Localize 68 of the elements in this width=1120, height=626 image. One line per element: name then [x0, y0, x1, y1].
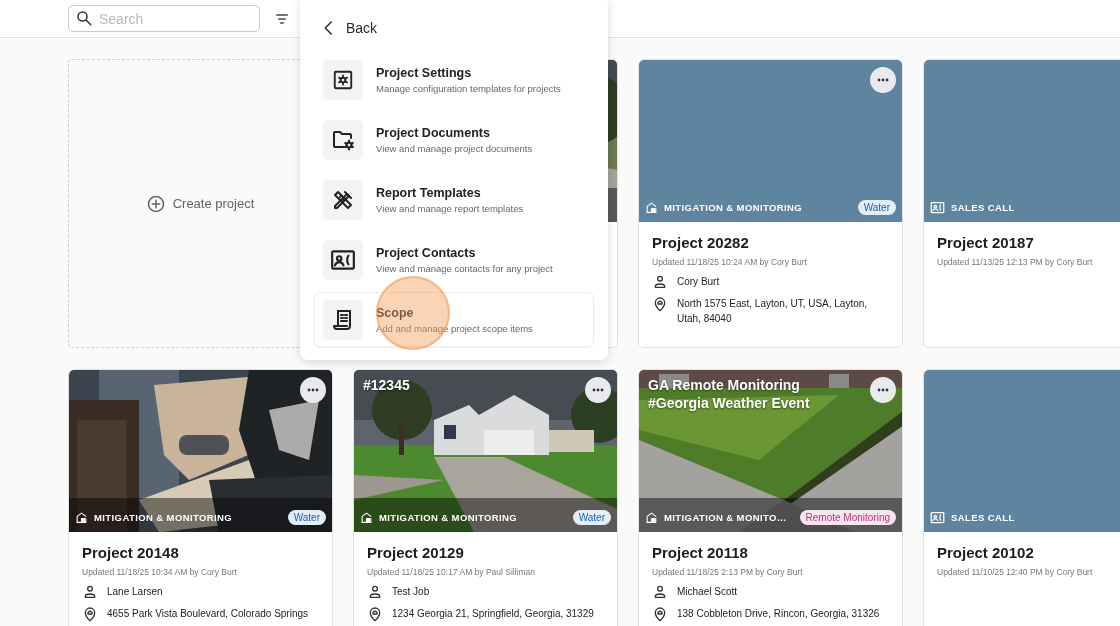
project-title: Project 20148: [82, 544, 180, 561]
person-icon: [367, 584, 383, 600]
menu-item-description: View and manage report templates: [376, 202, 524, 214]
location-pin-icon: [652, 606, 668, 622]
contact-card-icon: [930, 510, 945, 525]
updated-text: Updated 11/18/25 10:24 AM by Cory Burt: [652, 257, 808, 267]
project-title: Project 20187: [937, 234, 1035, 251]
tag: Water: [857, 200, 896, 215]
menu-item-description: View and manage contacts for any project: [376, 262, 553, 274]
location-pin-icon: [82, 606, 98, 622]
project-card[interactable]: SALES CALL Project 20187 Updated 11/13/25 12:13 PM by Cory Burt: [923, 59, 1120, 348]
gear-icon: [332, 68, 354, 91]
location-pin-icon: [367, 606, 383, 622]
house-icon: [360, 511, 373, 524]
menu-item-description: Manage configuration templates for projects: [376, 82, 561, 94]
menu-item-title: Project Contacts: [376, 245, 477, 260]
house-icon: [645, 201, 658, 214]
updated-text: Updated 11/18/25 10:34 AM by Cory Burt: [82, 567, 238, 577]
category-label: MITIGATION & MONITORING: [379, 512, 519, 523]
menu-item-title: Project Documents: [376, 125, 491, 140]
plus-circle-icon: [146, 194, 165, 213]
menu-item-description: View and manage project documents: [376, 142, 533, 154]
menu-item-description: Add and manage project scope items: [376, 322, 533, 334]
location-pin-icon: [652, 296, 668, 312]
card-overlay-title: GA Remote Monitoring #Georgia Weather Event: [648, 376, 811, 412]
category-label: MITIGATION & MONITO…: [664, 512, 788, 523]
project-card[interactable]: MITIGATION & MONITORING Water Project 20282 Updated 11/18/25 10:24 AM by Cory Burt Cory Burt North 1575 East, Layton, UT, USA, Layton, Utah, 84040: [638, 59, 903, 348]
ellipsis-icon: [877, 78, 889, 82]
tag: Remote Monitoring: [799, 510, 896, 525]
menu-item-title: Project Settings: [376, 65, 473, 80]
project-card[interactable]: #12345 MITIGATION & MONITORING Water Project 20129 Updated 11/18/25 10:17 AM by Paul Silliman Test Job 1234 Georgia 21, Springfield, Georgia, 31329: [353, 369, 618, 626]
menu-item-title: Report Templates: [376, 185, 482, 200]
project-card[interactable]: GA Remote Monitoring #Georgia Weather Event MITIGATION & MONITO… Remote Monitoring Project 20118 Updated 11/18/25 2:13 PM by Cory Burt Michael Scott 138 Cobbleton Drive, Rincon, Georgia, 31326: [638, 369, 903, 626]
contact-name: Test Job: [392, 585, 430, 599]
back-button[interactable]: Back: [314, 16, 378, 40]
search-field[interactable]: Search: [68, 5, 260, 32]
category-label: MITIGATION & MONITORING: [664, 202, 804, 213]
menu-item[interactable]: Scope Add and manage project scope items: [314, 292, 594, 347]
ellipsis-icon: [877, 388, 889, 392]
contact-name: Lane Larsen: [107, 585, 163, 599]
project-title: Project 20102: [937, 544, 1035, 561]
category-label: SALES CALL: [951, 512, 1016, 523]
project-title: Project 20118: [652, 544, 749, 561]
ellipsis-icon: [307, 388, 319, 392]
project-title: Project 20282: [652, 234, 750, 251]
search-icon: [75, 9, 93, 27]
address-text: 1234 Georgia 21, Springfield, Georgia, 31329: [392, 607, 594, 621]
contact-card-icon: [930, 200, 945, 215]
card-overlay-title: #12345: [363, 376, 411, 394]
person-icon: [82, 584, 98, 600]
ellipsis-icon: [592, 388, 604, 392]
contact-name: Michael Scott: [677, 585, 738, 599]
updated-text: Updated 11/13/25 12:13 PM by Cory Burt: [937, 257, 1094, 267]
house-icon: [645, 511, 658, 524]
category-label: SALES CALL: [951, 202, 1016, 213]
house-icon: [75, 511, 88, 524]
project-card[interactable]: SALES CALL Project 20102 Updated 11/10/25 12:40 PM by Cory Burt: [923, 369, 1120, 626]
project-title: Project 20129: [367, 544, 465, 561]
person-icon: [652, 274, 668, 290]
address-text: 4655 Park Vista Boulevard, Colorado Springs: [107, 607, 309, 621]
contact-name: Cory Burt: [677, 275, 720, 289]
address-text: North 1575 East, Layton, UT, USA, Layton, Utah, 84040: [677, 297, 869, 326]
person-icon: [652, 584, 668, 600]
menu-item-title: Scope: [376, 305, 415, 320]
updated-text: Updated 11/18/25 10:17 AM by Paul Silliman: [367, 567, 537, 577]
updated-text: Updated 11/18/25 2:13 PM by Cory Burt: [652, 567, 804, 577]
updated-text: Updated 11/10/25 12:40 PM by Cory Burt: [937, 567, 1094, 577]
address-text: 138 Cobbleton Drive, Rincon, Georgia, 31326: [677, 607, 880, 621]
